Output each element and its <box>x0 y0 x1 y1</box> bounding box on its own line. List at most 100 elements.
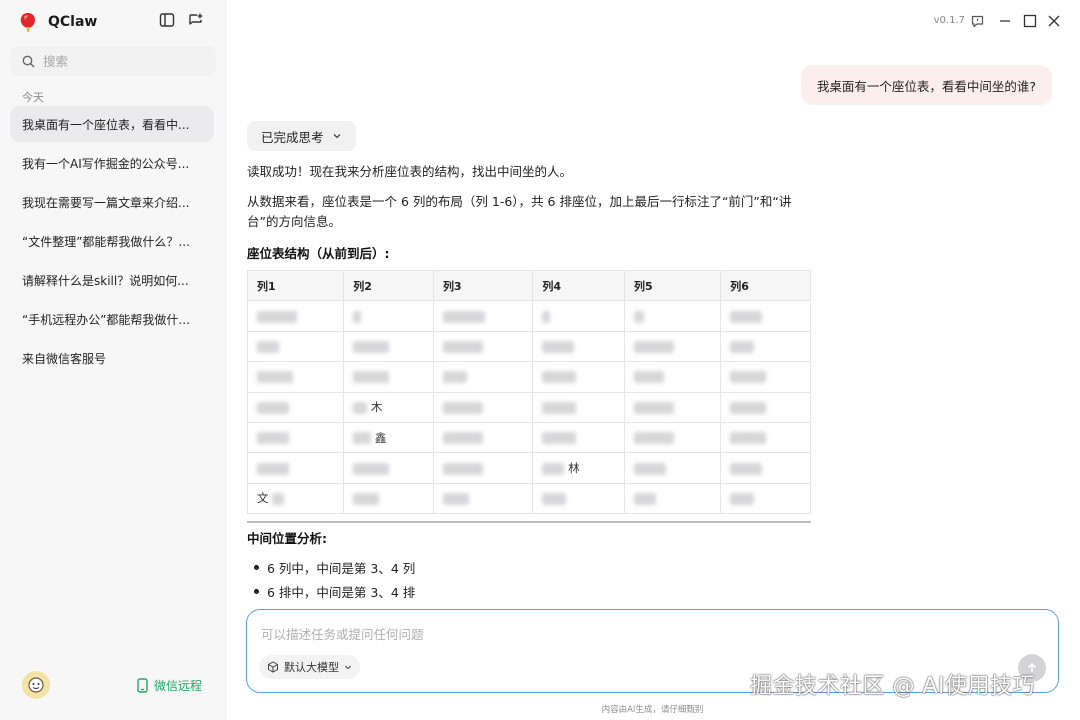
table-row <box>246 361 811 393</box>
table-cell <box>532 482 626 515</box>
table-cell <box>343 361 434 393</box>
table-cell <box>720 452 811 484</box>
conversation-item[interactable]: 我有一个AI写作掘金的公众号... <box>10 145 214 181</box>
table-cell <box>246 330 345 363</box>
table-cell <box>432 330 534 363</box>
table-row: 鑫 <box>246 421 811 454</box>
feedback-icon[interactable] <box>969 13 985 29</box>
table-cell <box>720 391 811 423</box>
section-today: 今天 <box>22 91 44 104</box>
seat-table: 列1 列2 列3 列4 列5 列6 木 鑫 林 文 <box>246 269 811 515</box>
table-cell <box>343 452 434 484</box>
table-row <box>246 330 811 363</box>
table-cell <box>624 391 722 423</box>
conversation-list: 我桌面有一个座位表，看看中... 我有一个AI写作掘金的公众号... 我现在需要… <box>10 106 214 379</box>
search-box[interactable] <box>10 46 216 76</box>
column-header: 列1 <box>246 269 345 302</box>
wechat-remote-button[interactable]: 微信远程 <box>137 677 202 694</box>
cube-icon <box>268 661 278 673</box>
user-avatar-icon <box>28 677 44 693</box>
list-item: 6 列中，中间是第 3、4 列 <box>254 555 415 579</box>
column-header: 列3 <box>432 269 534 302</box>
column-header: 列4 <box>532 269 626 302</box>
table-cell <box>624 361 722 393</box>
minimize-icon[interactable] <box>997 13 1013 29</box>
table-cell <box>343 482 434 515</box>
table-cell <box>720 330 811 363</box>
search-input[interactable] <box>43 53 203 69</box>
table-cell <box>720 482 811 515</box>
table-cell <box>720 361 811 393</box>
table-cell <box>432 361 534 393</box>
phone-icon <box>137 678 148 693</box>
model-selector[interactable]: 默认大模型 <box>259 655 360 679</box>
table-cell: 文 <box>246 482 345 515</box>
conversation-item[interactable]: 来自微信客服号 <box>10 340 214 376</box>
table-cell <box>532 391 626 423</box>
table-cell <box>532 361 626 393</box>
ai-disclaimer: 内容由AI生成，请仔细甄别 <box>601 705 704 715</box>
conversation-item[interactable]: 我桌面有一个座位表，看看中... <box>10 106 214 142</box>
sidebar: QClaw 今天 我桌面有一个座位表，看看中... 我有一个AI写作掘金的公众号… <box>0 0 226 720</box>
table-heading: 座位表结构（从前到后）: <box>247 246 390 261</box>
table-cell <box>432 452 534 484</box>
table-cell <box>624 482 722 515</box>
version-label: v0.1.7 <box>933 15 965 26</box>
column-header: 列2 <box>343 269 434 302</box>
table-row: 林 <box>246 452 811 484</box>
table-cell <box>532 421 626 454</box>
brand: QClaw <box>18 10 97 34</box>
conversation-item[interactable]: 请解释什么是skill？说明如何... <box>10 262 214 298</box>
table-scrollbar[interactable] <box>247 521 811 523</box>
table-cell <box>720 421 811 454</box>
table-cell <box>246 421 345 454</box>
close-icon[interactable] <box>1046 13 1062 29</box>
user-message-bubble: 我桌面有一个座位表，看看中间坐的谁? <box>800 65 1052 105</box>
table-cell <box>432 421 534 454</box>
table-cell <box>624 300 722 332</box>
column-header: 列6 <box>720 269 811 302</box>
search-icon <box>22 55 35 67</box>
table-row: 文 <box>246 482 811 515</box>
table-row: 木 <box>246 391 811 423</box>
conversation-item[interactable]: “手机远程办公”都能帮我做什... <box>10 301 214 337</box>
titlebar: v0.1.7 <box>226 0 1080 42</box>
table-cell <box>532 300 626 332</box>
table-cell <box>720 300 811 332</box>
conversation-item[interactable]: 我现在需要写一篇文章来介绍... <box>10 184 214 220</box>
table-cell: 林 <box>532 452 626 484</box>
analysis-list: 6 列中，中间是第 3、4 列 6 排中，中间是第 3、4 排 <box>254 555 415 603</box>
table-cell <box>246 361 345 393</box>
toggle-sidebar-icon[interactable] <box>158 11 176 29</box>
watermark: 掘金技术社区 @ AI使用技巧 <box>750 674 1036 699</box>
message-input[interactable] <box>261 624 1021 646</box>
chevron-down-icon <box>333 134 340 139</box>
table-cell: 鑫 <box>343 421 434 454</box>
table-header-row: 列1 列2 列3 列4 列5 列6 <box>246 269 811 302</box>
table-row <box>246 300 811 332</box>
assistant-paragraph: 从数据来看，座位表是一个 6 列的布局（列 1-6），共 6 排座位，加上最后一… <box>247 194 792 209</box>
qclaw-logo-icon <box>20 13 35 32</box>
table-cell <box>624 330 722 363</box>
table-cell <box>432 391 534 423</box>
new-chat-icon[interactable] <box>186 11 204 29</box>
list-item: 6 排中，中间是第 3、4 排 <box>254 579 415 603</box>
table-cell <box>343 330 434 363</box>
assistant-paragraph: 台”的方向信息。 <box>247 214 341 229</box>
chevron-down-icon <box>345 665 351 670</box>
table-cell <box>532 330 626 363</box>
conversation-item[interactable]: “文件整理”都能帮我做什么？... <box>10 223 214 259</box>
table-cell <box>624 452 722 484</box>
table-cell <box>432 300 534 332</box>
table-cell <box>343 300 434 332</box>
table-cell <box>246 300 345 332</box>
table-cell <box>246 452 345 484</box>
assistant-paragraph: 读取成功！现在我来分析座位表的结构，找出中间坐的人。 <box>247 164 573 179</box>
analysis-heading: 中间位置分析: <box>247 531 327 546</box>
avatar[interactable] <box>22 671 50 699</box>
maximize-icon[interactable] <box>1022 13 1038 29</box>
thinking-toggle[interactable]: 已完成思考 <box>247 121 356 151</box>
table-cell: 木 <box>343 391 434 423</box>
column-header: 列5 <box>624 269 722 302</box>
table-cell <box>246 391 345 423</box>
